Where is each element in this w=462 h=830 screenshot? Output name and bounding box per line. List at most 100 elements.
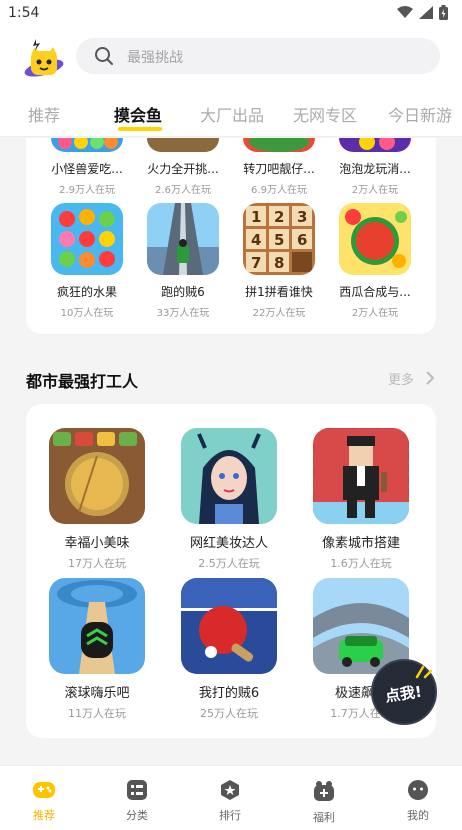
game-name: 小怪兽爱吃... — [51, 162, 123, 176]
game-thumbnail — [243, 138, 315, 152]
game-thumbnail: 123 456 78 — [243, 203, 315, 275]
game-item[interactable]: 滚球嗨乐吧 11万人在玩 — [42, 578, 152, 721]
nav-label: 排行 — [219, 809, 241, 822]
game-name: 转刀吧靓仔... — [243, 162, 315, 176]
game-item[interactable]: 跑的贼6 33万人在玩 — [142, 203, 224, 319]
tab-slack-off[interactable]: 摸会鱼 — [114, 102, 162, 126]
puzzle-tile: 2 — [274, 208, 284, 226]
signal-icon — [419, 6, 433, 19]
game-item[interactable]: 泡泡龙玩消... 2万人在玩 — [334, 138, 416, 196]
search-placeholder: 最强挑战 — [127, 50, 183, 66]
tab-recommend[interactable]: 推荐 — [28, 102, 60, 126]
sparkle-icon — [415, 665, 433, 679]
search-bar[interactable]: 最强挑战 — [76, 38, 440, 74]
header: 最强挑战 推荐 摸会鱼 大厂出品 无网专区 今日新游 — [0, 26, 462, 137]
game-thumbnail — [313, 428, 409, 524]
game-item[interactable]: 我打的贼6 25万人在玩 — [174, 578, 284, 721]
game-item[interactable]: 转刀吧靓仔... 6.9万人在玩 — [238, 138, 320, 196]
status-time: 1:54 — [8, 5, 40, 21]
puzzle-tile: 5 — [274, 231, 284, 249]
status-icons — [397, 5, 448, 20]
gift-icon — [314, 781, 334, 801]
search-icon — [95, 47, 113, 65]
game-name: 火力全开挑... — [147, 162, 219, 176]
game-item[interactable]: 123 456 78 拼1拼看谁快 22万人在玩 — [238, 203, 320, 319]
nav-label: 分类 — [126, 809, 148, 822]
nav-label: 福利 — [313, 811, 335, 824]
game-name: 网红美妆达人 — [189, 536, 268, 551]
game-grid-card: 小怪兽爱吃... 2.9万人在玩 火力全开挑... 2.6万人在玩 转刀吧靓仔.… — [26, 138, 436, 334]
nav-profile[interactable]: 我的 — [388, 780, 448, 823]
nav-recommend[interactable]: 推荐 — [14, 780, 74, 823]
game-thumbnail — [339, 138, 411, 152]
game-item[interactable]: 网红美妆达人 2.5万人在玩 — [174, 428, 284, 571]
nav-label: 我的 — [407, 809, 429, 822]
nav-label: 推荐 — [33, 809, 55, 822]
game-item[interactable]: 像素城市搭建 1.6万人在玩 — [306, 428, 416, 571]
game-name: 幸福小美味 — [64, 536, 130, 551]
rank-icon — [221, 780, 239, 800]
game-thumbnail — [339, 203, 411, 275]
tab-offline[interactable]: 无网专区 — [293, 102, 357, 126]
game-players: 2.5万人在玩 — [198, 557, 260, 570]
nav-ranking[interactable]: 排行 — [200, 780, 260, 823]
puzzle-tile: 6 — [297, 231, 307, 249]
active-tab-indicator — [118, 127, 162, 131]
float-click-me-button[interactable]: 点我! — [371, 659, 437, 725]
game-name: 我打的贼6 — [198, 686, 260, 701]
profile-icon — [408, 780, 428, 800]
game-players: 2万人在玩 — [351, 185, 399, 196]
puzzle-tile: 7 — [251, 254, 261, 272]
tab-new-today[interactable]: 今日新游 — [388, 102, 452, 126]
float-button-label: 点我! — [383, 682, 423, 706]
puzzle-tile: 3 — [297, 208, 307, 226]
gamepad-icon — [33, 782, 55, 798]
game-item[interactable]: 幸福小美味 17万人在玩 — [42, 428, 152, 571]
battery-icon — [439, 5, 448, 20]
game-players: 17万人在玩 — [68, 557, 126, 570]
more-link[interactable]: 更多 — [388, 369, 414, 388]
game-name: 疯狂的水果 — [56, 285, 117, 299]
nav-category[interactable]: 分类 — [107, 780, 167, 823]
game-thumbnail — [181, 428, 277, 524]
game-players: 22万人在玩 — [252, 308, 306, 319]
game-name: 西瓜合成与... — [339, 285, 411, 299]
game-players: 10万人在玩 — [60, 308, 114, 319]
game-item[interactable]: 疯狂的水果 10万人在玩 — [46, 203, 128, 319]
bottom-nav: 推荐 分类 排行 福利 我的 — [0, 765, 462, 830]
app-logo[interactable] — [22, 38, 66, 82]
game-players: 33万人在玩 — [156, 308, 210, 319]
game-item[interactable]: 西瓜合成与... 2万人在玩 — [334, 203, 416, 319]
category-tabs: 推荐 摸会鱼 大厂出品 无网专区 今日新游 — [0, 98, 462, 134]
game-players: 2.9万人在玩 — [59, 185, 115, 196]
chevron-right-icon[interactable] — [425, 370, 435, 386]
game-name: 像素城市搭建 — [321, 536, 400, 551]
game-players: 11万人在玩 — [68, 707, 126, 720]
game-name: 泡泡龙玩消... — [339, 162, 411, 176]
game-thumbnail — [181, 578, 277, 674]
game-thumbnail — [147, 138, 219, 152]
game-name: 跑的贼6 — [161, 285, 205, 299]
game-thumbnail — [147, 203, 219, 275]
game-players: 2万人在玩 — [351, 308, 399, 319]
section-title: 都市最强打工人 — [26, 372, 139, 391]
nav-welfare[interactable]: 福利 — [294, 780, 354, 825]
tab-big-studio[interactable]: 大厂出品 — [200, 102, 264, 126]
game-thumbnail — [51, 203, 123, 275]
game-players: 2.6万人在玩 — [155, 185, 211, 196]
game-item[interactable]: 火力全开挑... 2.6万人在玩 — [142, 138, 224, 196]
puzzle-tile: 1 — [251, 208, 261, 226]
game-item[interactable]: 小怪兽爱吃... 2.9万人在玩 — [46, 138, 128, 196]
game-players: 25万人在玩 — [200, 707, 258, 720]
game-thumbnail — [49, 578, 145, 674]
game-players: 6.9万人在玩 — [251, 185, 307, 196]
game-name: 拼1拼看谁快 — [245, 285, 313, 299]
game-players: 1.6万人在玩 — [330, 557, 392, 570]
game-name: 滚球嗨乐吧 — [64, 686, 130, 701]
puzzle-tile: 8 — [274, 254, 284, 272]
status-bar: 1:54 — [0, 0, 462, 26]
wifi-icon — [397, 6, 413, 18]
game-thumbnail — [49, 428, 145, 524]
grid-icon — [127, 780, 147, 800]
game-thumbnail — [51, 138, 123, 152]
